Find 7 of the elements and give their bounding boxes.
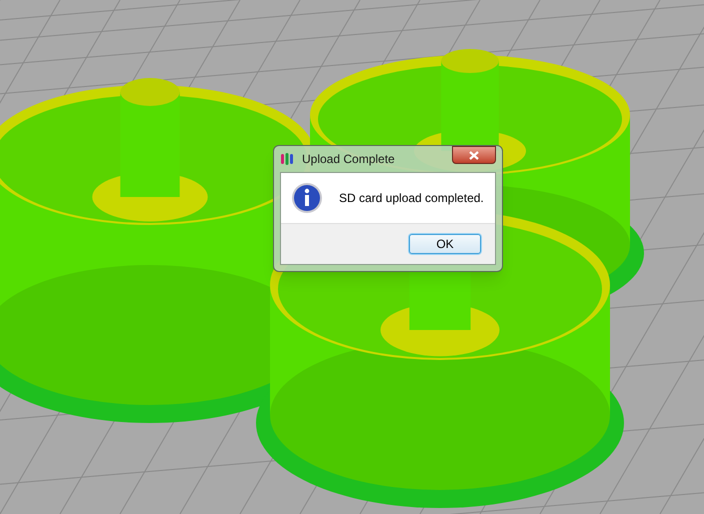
ok-button[interactable]: OK xyxy=(409,234,481,254)
close-button[interactable] xyxy=(452,146,496,164)
dialog-title: Upload Complete xyxy=(302,151,395,168)
close-icon xyxy=(469,150,479,160)
dialog-message: SD card upload completed. xyxy=(339,190,484,207)
info-icon xyxy=(291,182,323,214)
app-logo-icon xyxy=(280,152,294,166)
